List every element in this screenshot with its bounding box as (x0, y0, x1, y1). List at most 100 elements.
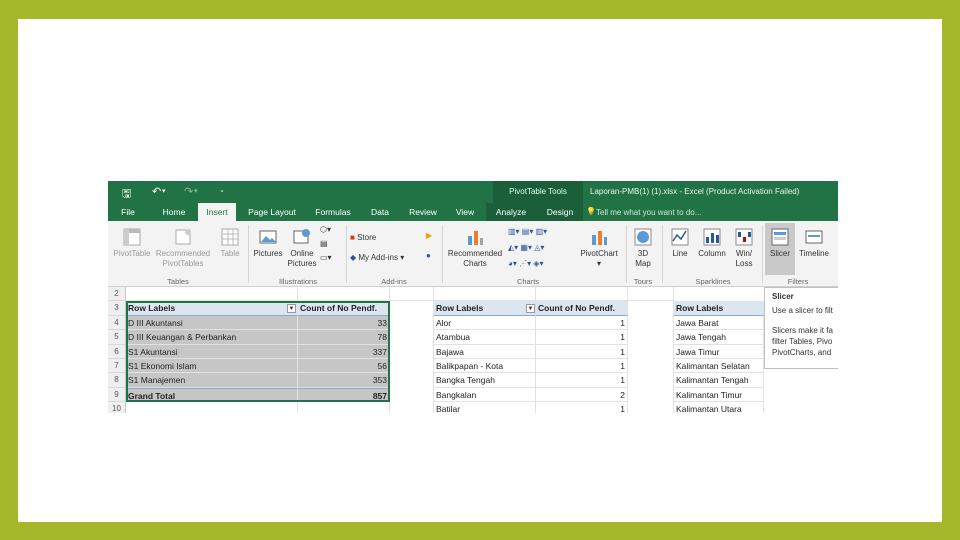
slicer-button[interactable]: Slicer (765, 223, 795, 275)
pivotchart-icon (592, 231, 607, 245)
tab-view[interactable]: View (452, 203, 478, 221)
recommended-charts-button[interactable]: Recommended Charts (445, 227, 505, 269)
customize-qat-icon[interactable]: ⁃ (220, 187, 224, 196)
tab-formulas[interactable]: Formulas (312, 203, 354, 221)
row-header[interactable]: 2 (108, 287, 126, 302)
pivot2-row-count[interactable]: 1 (536, 402, 628, 413)
cell[interactable] (126, 402, 298, 413)
3d-map-label-2: Map (635, 259, 651, 268)
online-pictures-button[interactable]: Online Pictures (285, 227, 319, 269)
pivot2-header-count[interactable]: Count of No Pendf. (536, 301, 628, 316)
pivot2-header-row-labels[interactable]: Row Labels (434, 301, 536, 316)
pivot3-row-label[interactable]: Kalimantan Utara (674, 402, 764, 413)
pivot3-header-row-labels[interactable]: Row Labels (674, 301, 764, 316)
tab-design[interactable]: Design (542, 203, 578, 221)
row-header[interactable]: 7 (108, 359, 126, 374)
pivot2-row-label[interactable]: Balikpapan - Kota (434, 359, 536, 374)
table-button[interactable]: Table (214, 227, 246, 259)
tab-file[interactable]: File (116, 203, 140, 221)
pivot2-row-label[interactable]: Atambua (434, 330, 536, 345)
tab-page-layout[interactable]: Page Layout (244, 203, 300, 221)
recommended-pivottables-button[interactable]: Recommended PivotTables (154, 227, 212, 269)
pivot2-row-count[interactable]: 1 (536, 344, 628, 359)
timeline-button[interactable]: Timeline (796, 227, 832, 259)
line-chart-icon[interactable]: ◭▾ ▦▾ ◬▾ (508, 243, 544, 252)
row-header[interactable]: 6 (108, 344, 126, 359)
save-icon[interactable]: 🖫 (122, 185, 131, 204)
cell[interactable] (390, 287, 434, 302)
tab-review[interactable]: Review (406, 203, 440, 221)
recommended-pivottables-icon (175, 229, 191, 245)
tell-me-box[interactable]: Tell me what you want to do... (596, 208, 701, 217)
bing-icon[interactable]: ▶ (426, 231, 432, 240)
my-addins-label: My Add-ins (358, 253, 398, 262)
pivot3-row-label[interactable]: Jawa Timur (674, 344, 764, 359)
3d-map-button[interactable]: 3D Map (628, 227, 658, 269)
screenshot-icon[interactable]: ▭▾ (320, 253, 332, 262)
row-header[interactable]: 9 (108, 387, 126, 403)
sparkline-column-button[interactable]: Column (696, 227, 728, 259)
pivot2-row-count[interactable]: 1 (536, 359, 628, 374)
row-header[interactable]: 4 (108, 315, 126, 331)
sparkline-winloss-button[interactable]: Win/ Loss (730, 227, 758, 269)
sparkline-line-button[interactable]: Line (666, 227, 694, 259)
pictures-button[interactable]: Pictures (251, 227, 285, 259)
undo-icon[interactable]: ↶ (152, 185, 161, 198)
my-addins-button[interactable]: ◆ My Add-ins ▾ (350, 253, 404, 262)
tooltip-title: Slicer (772, 292, 794, 301)
pie-chart-icon[interactable]: ◕▾ ⋰▾ ◈▾ (508, 259, 543, 268)
cell[interactable] (298, 402, 390, 413)
cell[interactable] (298, 287, 390, 302)
pivot2-row-label[interactable]: Batilar (434, 402, 536, 413)
timeline-icon (805, 230, 823, 244)
store-icon: ■ (350, 233, 355, 242)
cell[interactable] (126, 287, 298, 302)
pivot2-row-count[interactable]: 1 (536, 373, 628, 388)
pictures-label: Pictures (253, 249, 283, 258)
tab-home[interactable]: Home (158, 203, 190, 221)
store-button[interactable]: ■ Store (350, 233, 376, 242)
cell[interactable] (434, 287, 536, 302)
pivot3-row-label[interactable]: Jawa Barat (674, 315, 764, 331)
worksheet-grid: 2 3 4 5 6 7 8 9 10 Row Labels ▼ Count of… (108, 287, 838, 413)
row-header[interactable]: 8 (108, 373, 126, 388)
pivot3-row-label[interactable]: Jawa Tengah (674, 330, 764, 345)
slicer-label: Slicer (769, 249, 790, 258)
people-icon[interactable]: ● (426, 251, 431, 260)
column-chart-icon[interactable]: ▥▾ ▤▾ ▥▾ (508, 227, 547, 236)
tab-analyze[interactable]: Analyze (492, 203, 530, 221)
pivotchart-button[interactable]: PivotChart ▾ (576, 227, 622, 269)
empty-column[interactable] (628, 301, 674, 413)
cell[interactable] (536, 287, 628, 302)
redo-icon[interactable]: ↷ (184, 185, 193, 198)
pivot2-row-count[interactable]: 1 (536, 330, 628, 345)
pivot3-row-label[interactable]: Kalimantan Tengah (674, 373, 764, 388)
row-header[interactable]: 3 (108, 301, 126, 316)
cell[interactable] (628, 287, 674, 302)
pivot2-row-label[interactable]: Bangkalan (434, 387, 536, 403)
redo-dropdown-icon[interactable]: ▾ (194, 187, 198, 195)
tab-insert[interactable]: Insert (198, 203, 236, 222)
row-header[interactable]: 5 (108, 330, 126, 345)
pivot3-row-label[interactable]: Kalimantan Timur (674, 387, 764, 403)
pivot2-row-label[interactable]: Bangka Tengah (434, 373, 536, 388)
group-sparklines: Sparklines (695, 277, 731, 286)
lightbulb-icon: 💡 (586, 207, 596, 216)
pivottable-button[interactable]: PivotTable (112, 227, 152, 259)
sparkline-winloss-label: Win/ (736, 249, 752, 258)
shapes-icon[interactable]: ⬡▾ (320, 225, 331, 234)
pivot2-row-count[interactable]: 2 (536, 387, 628, 403)
pivot3-row-label[interactable]: Kalimantan Selatan (674, 359, 764, 374)
pivot2-row-count[interactable]: 1 (536, 315, 628, 331)
row-header[interactable]: 10 (108, 402, 126, 413)
sparkline-column-icon (703, 228, 721, 246)
smartart-icon[interactable]: ▤ (320, 239, 328, 248)
empty-column[interactable] (390, 301, 434, 413)
filter-dropdown-icon[interactable]: ▼ (526, 304, 535, 313)
tab-data[interactable]: Data (366, 203, 394, 221)
pivot2-row-label[interactable]: Alor (434, 315, 536, 331)
undo-dropdown-icon[interactable]: ▾ (162, 187, 166, 195)
pivot2-row-label[interactable]: Bajawa (434, 344, 536, 359)
timeline-label: Timeline (799, 249, 829, 258)
group-tables: Tables (167, 277, 189, 286)
